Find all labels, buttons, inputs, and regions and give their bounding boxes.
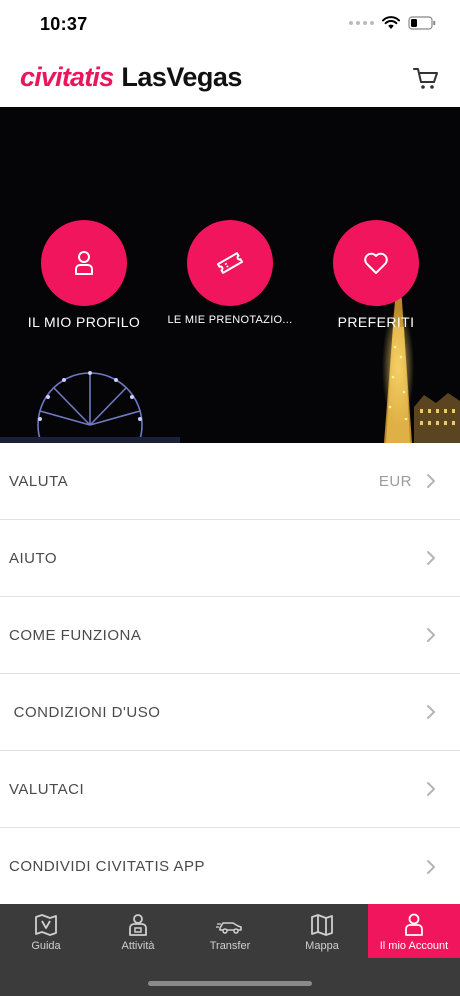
tab-il-mio-account[interactable]: Il mio Account [368,904,460,958]
favorites-label: PREFERITI [337,314,415,330]
menu-item-label: VALUTA [9,472,69,490]
app-header: civitatis LasVegas [0,50,460,107]
menu-item-currency[interactable]: VALUTA EUR [0,443,460,520]
hero-item-bookings[interactable]: LE MIE PRENOTAZIO... [155,220,305,326]
profile-label: IL MIO PROFILO [27,314,141,330]
menu-item-help[interactable]: AIUTO [0,520,460,597]
menu-item-terms[interactable]: CONDIZIONI D'USO [0,674,460,751]
brand[interactable]: civitatis LasVegas [20,62,242,93]
hero-item-favorites[interactable]: PREFERITI [301,220,451,330]
status-time: 10:37 [40,14,88,34]
tab-attivita[interactable]: Attività [92,904,184,958]
menu-item-how-it-works[interactable]: COME FUNZIONA [0,597,460,674]
wifi-icon [382,16,400,29]
tab-label: Guida [31,940,61,952]
chevron-right-icon [427,628,435,642]
city-name: LasVegas [121,62,242,92]
tab-mappa[interactable]: Mappa [276,904,368,958]
civitatis-logo: civitatis [20,62,114,92]
menu-item-label: AIUTO [9,549,58,567]
map-book-icon [35,914,57,936]
hero-banner: IL MIO PROFILO LE MIE PRENOTAZIO... PREF… [0,107,460,443]
menu-item-share-app[interactable]: CONDIVIDI CIVITATIS APP [0,828,460,905]
home-indicator[interactable] [148,981,312,986]
menu-item-label: CONDIVIDI CIVITATIS APP [9,858,205,875]
car-icon [216,922,242,934]
hero-item-profile[interactable]: IL MIO PROFILO [9,220,159,330]
guide-person-icon [129,914,147,936]
bookings-button[interactable] [187,220,273,306]
heart-icon [364,252,388,274]
user-icon [405,913,423,936]
menu-item-rate-us[interactable]: VALUTACI [0,751,460,828]
menu-item-label: COME FUNZIONA [9,626,142,644]
folded-map-icon [311,914,333,936]
ticket-icon [216,252,244,274]
favorites-button[interactable] [333,220,419,306]
tab-guida[interactable]: Guida [0,904,92,958]
profile-button[interactable] [41,220,127,306]
menu-item-label: VALUTACI [9,780,85,798]
chevron-right-icon [427,705,435,719]
settings-menu: VALUTA EUR AIUTO COME FUNZIONA CONDIZION… [0,443,460,905]
user-icon [75,251,93,275]
tab-label: Transfer [209,940,251,952]
tab-label: Mappa [305,940,339,952]
tab-transfer[interactable]: Transfer [184,904,276,958]
chevron-right-icon [427,782,435,796]
menu-item-label: CONDIZIONI D'USO [9,703,161,721]
chevron-right-icon [427,551,435,565]
tab-label: Attività [121,940,155,952]
tab-label: Il mio Account [379,940,449,952]
status-indicators [349,16,436,30]
status-bar: 10:37 [0,0,460,50]
chevron-right-icon [427,859,435,874]
signal-icon [349,21,374,25]
battery-icon [408,16,436,30]
chevron-right-icon [427,474,435,488]
cart-icon[interactable] [412,64,440,92]
bookings-label: LE MIE PRENOTAZIO... [167,314,293,326]
currency-value: EUR [378,472,412,490]
